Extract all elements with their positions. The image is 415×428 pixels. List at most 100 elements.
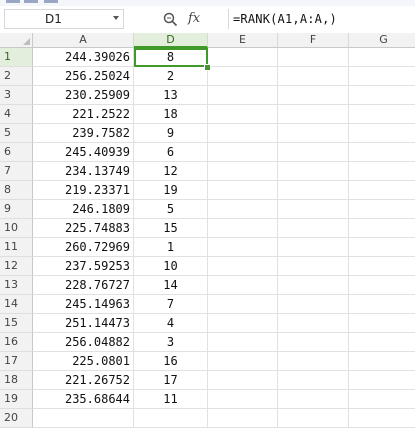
- row-header-16[interactable]: 16: [0, 333, 33, 352]
- cell-g10[interactable]: [349, 219, 415, 238]
- cell-g13[interactable]: [349, 276, 415, 295]
- column-header-d[interactable]: D: [134, 33, 208, 48]
- row-header-12[interactable]: 12: [0, 257, 33, 276]
- cell-d16[interactable]: 3: [134, 333, 208, 352]
- cell-g5[interactable]: [349, 124, 415, 143]
- cell-a12[interactable]: 237.59253: [33, 257, 134, 276]
- cell-a17[interactable]: 225.0801: [33, 352, 134, 371]
- cell-e14[interactable]: [208, 295, 278, 314]
- cell-d3[interactable]: 13: [134, 86, 208, 105]
- cell-f7[interactable]: [278, 162, 349, 181]
- row-header-3[interactable]: 3: [0, 86, 33, 105]
- cell-e11[interactable]: [208, 238, 278, 257]
- cell-f5[interactable]: [278, 124, 349, 143]
- cell-a4[interactable]: 221.2522: [33, 105, 134, 124]
- cell-d2[interactable]: 2: [134, 67, 208, 86]
- cell-d6[interactable]: 6: [134, 143, 208, 162]
- cell-f13[interactable]: [278, 276, 349, 295]
- cell-d9[interactable]: 5: [134, 200, 208, 219]
- cell-g19[interactable]: [349, 390, 415, 409]
- row-header-10[interactable]: 10: [0, 219, 33, 238]
- cell-g7[interactable]: [349, 162, 415, 181]
- cell-e1[interactable]: [208, 48, 278, 67]
- cell-a20[interactable]: [33, 409, 134, 428]
- column-header-f[interactable]: F: [278, 33, 349, 48]
- cell-f4[interactable]: [278, 105, 349, 124]
- row-header-6[interactable]: 6: [0, 143, 33, 162]
- cell-e3[interactable]: [208, 86, 278, 105]
- cell-a8[interactable]: 219.23371: [33, 181, 134, 200]
- cell-d17[interactable]: 16: [134, 352, 208, 371]
- cell-a10[interactable]: 225.74883: [33, 219, 134, 238]
- cell-g20[interactable]: [349, 409, 415, 428]
- cell-f19[interactable]: [278, 390, 349, 409]
- cell-a15[interactable]: 251.14473: [33, 314, 134, 333]
- cell-a18[interactable]: 221.26752: [33, 371, 134, 390]
- cell-d19[interactable]: 11: [134, 390, 208, 409]
- cell-f1[interactable]: [278, 48, 349, 67]
- cell-f16[interactable]: [278, 333, 349, 352]
- cell-d14[interactable]: 7: [134, 295, 208, 314]
- fill-handle[interactable]: [204, 64, 211, 71]
- cell-g12[interactable]: [349, 257, 415, 276]
- cell-a19[interactable]: 235.68644: [33, 390, 134, 409]
- insert-function-button[interactable]: fx: [188, 11, 200, 26]
- row-header-18[interactable]: 18: [0, 371, 33, 390]
- cell-e20[interactable]: [208, 409, 278, 428]
- cell-d7[interactable]: 12: [134, 162, 208, 181]
- cell-g15[interactable]: [349, 314, 415, 333]
- cell-a1[interactable]: 244.39026: [33, 48, 134, 67]
- cell-g3[interactable]: [349, 86, 415, 105]
- cell-g16[interactable]: [349, 333, 415, 352]
- cell-e4[interactable]: [208, 105, 278, 124]
- cell-g14[interactable]: [349, 295, 415, 314]
- cell-g4[interactable]: [349, 105, 415, 124]
- cell-d15[interactable]: 4: [134, 314, 208, 333]
- cell-a9[interactable]: 246.1809: [33, 200, 134, 219]
- cell-g17[interactable]: [349, 352, 415, 371]
- name-box[interactable]: D1: [4, 9, 124, 29]
- cell-e8[interactable]: [208, 181, 278, 200]
- cell-f9[interactable]: [278, 200, 349, 219]
- row-header-1[interactable]: 1: [0, 48, 33, 67]
- cell-e19[interactable]: [208, 390, 278, 409]
- chevron-down-icon[interactable]: [113, 16, 119, 20]
- cell-g11[interactable]: [349, 238, 415, 257]
- cell-e10[interactable]: [208, 219, 278, 238]
- column-header-e[interactable]: E: [208, 33, 278, 48]
- cell-a11[interactable]: 260.72969: [33, 238, 134, 257]
- zoom-magnifier-icon[interactable]: [163, 12, 178, 27]
- cell-e15[interactable]: [208, 314, 278, 333]
- cell-e13[interactable]: [208, 276, 278, 295]
- cell-a5[interactable]: 239.7582: [33, 124, 134, 143]
- cell-f17[interactable]: [278, 352, 349, 371]
- cell-f3[interactable]: [278, 86, 349, 105]
- cell-e6[interactable]: [208, 143, 278, 162]
- row-header-20[interactable]: 20: [0, 409, 33, 428]
- cell-f6[interactable]: [278, 143, 349, 162]
- row-header-11[interactable]: 11: [0, 238, 33, 257]
- cell-a2[interactable]: 256.25024: [33, 67, 134, 86]
- cell-g6[interactable]: [349, 143, 415, 162]
- row-header-5[interactable]: 5: [0, 124, 33, 143]
- row-header-19[interactable]: 19: [0, 390, 33, 409]
- cell-a6[interactable]: 245.40939: [33, 143, 134, 162]
- cell-f10[interactable]: [278, 219, 349, 238]
- row-header-7[interactable]: 7: [0, 162, 33, 181]
- row-header-4[interactable]: 4: [0, 105, 33, 124]
- cell-e16[interactable]: [208, 333, 278, 352]
- column-header-g[interactable]: G: [349, 33, 415, 48]
- cell-f18[interactable]: [278, 371, 349, 390]
- cell-e7[interactable]: [208, 162, 278, 181]
- row-header-17[interactable]: 17: [0, 352, 33, 371]
- cell-a16[interactable]: 256.04882: [33, 333, 134, 352]
- cell-d8[interactable]: 19: [134, 181, 208, 200]
- cell-f8[interactable]: [278, 181, 349, 200]
- cell-e9[interactable]: [208, 200, 278, 219]
- cell-a3[interactable]: 230.25909: [33, 86, 134, 105]
- cell-d4[interactable]: 18: [134, 105, 208, 124]
- row-header-15[interactable]: 15: [0, 314, 33, 333]
- cell-g2[interactable]: [349, 67, 415, 86]
- cell-f12[interactable]: [278, 257, 349, 276]
- cell-e18[interactable]: [208, 371, 278, 390]
